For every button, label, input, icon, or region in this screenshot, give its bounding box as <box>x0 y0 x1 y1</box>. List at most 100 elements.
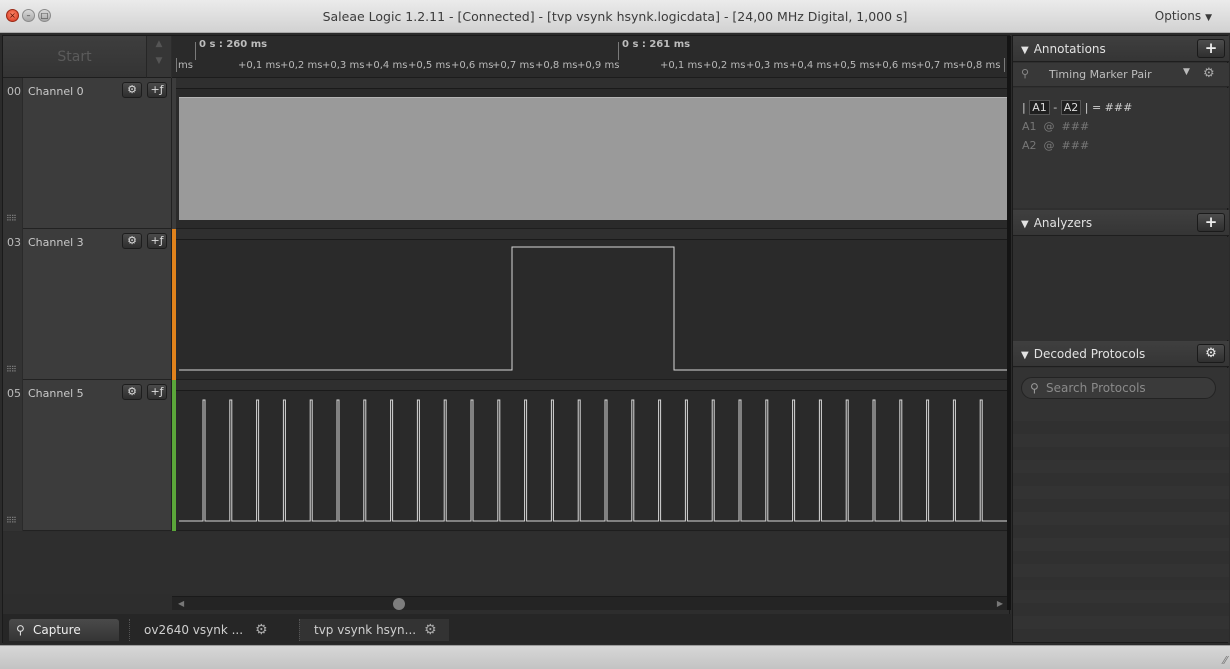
session-tabs: ⚲ Capture ov2640 vsynk ... ⚙ tvp vsynk h… <box>3 614 1011 644</box>
channel-waveform[interactable] <box>176 78 1007 229</box>
marker-pair-label: Timing Marker Pair <box>1049 68 1152 81</box>
marker-a1-box[interactable]: A1 <box>1029 100 1050 115</box>
channel-name[interactable]: Channel 5 <box>28 387 84 400</box>
options-menu[interactable]: Options ▼ <box>1155 0 1212 35</box>
channel-number: 00 <box>3 78 23 229</box>
start-button[interactable]: Start <box>3 36 147 78</box>
gear-icon: ⚙ <box>127 234 137 247</box>
tab-label: Capture <box>33 623 81 637</box>
ruler-major-tick <box>618 42 619 60</box>
ruler-sub-label: +0,5 ms <box>832 60 875 71</box>
horizontal-scrollbar[interactable]: ◀ ▶ <box>172 596 1007 610</box>
channel-settings-button[interactable]: ⚙ <box>122 384 142 400</box>
tab-tvp[interactable]: tvp vsynk hsyn... ⚙ <box>299 619 449 641</box>
drag-handle-icon[interactable]: ⠿⠿ <box>6 365 17 374</box>
ruler-sub-label: ms <box>178 60 193 71</box>
channel-header[interactable]: 05 Channel 5 ⚙ +ƒ ⠿⠿ <box>3 380 172 531</box>
channel-name[interactable]: Channel 3 <box>28 236 84 249</box>
ruler-sub-label: +0,2 ms <box>280 60 323 71</box>
channel-trigger-button[interactable]: +ƒ <box>147 384 167 400</box>
channel-settings-button[interactable]: ⚙ <box>122 82 142 98</box>
options-label: Options <box>1154 9 1202 23</box>
channel-trigger-button[interactable]: +ƒ <box>147 233 167 249</box>
ruler-sub-label: +0,8 ms <box>958 60 1001 71</box>
ruler-sub-label: +0,3 ms <box>322 60 365 71</box>
gear-icon[interactable]: ⚙ <box>255 619 268 641</box>
channel-trigger-button[interactable]: +ƒ <box>147 82 167 98</box>
spin-up-icon[interactable]: ▲ <box>147 36 171 53</box>
scroll-left-icon[interactable]: ◀ <box>178 597 184 611</box>
ruler-sub-label: +0,4 ms <box>365 60 408 71</box>
decoded-protocols-header[interactable]: ▼ Decoded Protocols ⚙ <box>1013 341 1229 367</box>
ruler-major-label: 0 s : 261 ms <box>622 39 691 50</box>
analyzers-body <box>1013 237 1229 340</box>
gear-icon[interactable]: ⚙ <box>1203 66 1215 81</box>
channel-waveform[interactable] <box>176 380 1007 531</box>
annotations-body: | A1 - A2 | = ### A1 @ ### A2 @ ### <box>1013 88 1229 208</box>
gear-icon[interactable]: ⚙ <box>424 619 437 641</box>
vertical-scrollbar[interactable] <box>1007 36 1011 610</box>
channel-waveform[interactable] <box>176 229 1007 380</box>
tab-label: tvp vsynk hsyn... <box>314 623 417 637</box>
collapse-triangle-icon: ▼ <box>1021 350 1029 361</box>
gear-icon: ⚙ <box>1205 346 1217 361</box>
marker-a2-box[interactable]: A2 <box>1060 100 1082 115</box>
marker-a2-line: A2 @ ### <box>1022 139 1090 152</box>
timing-marker-row[interactable]: ⚲ Timing Marker Pair ▼ ⚙ <box>1013 63 1229 87</box>
decoded-protocols-list[interactable] <box>1013 408 1229 642</box>
channel-name[interactable]: Channel 0 <box>28 85 84 98</box>
marker-delta-line: | A1 - A2 | = ### <box>1022 100 1133 115</box>
chevron-down-icon[interactable]: ▼ <box>1183 67 1190 77</box>
channel-header[interactable]: 00 Channel 0 ⚙ +ƒ ⠿⠿ <box>3 78 172 229</box>
add-analyzer-button[interactable]: + <box>1197 213 1225 232</box>
channel-number: 05 <box>3 380 23 531</box>
tab-capture[interactable]: ⚲ Capture <box>9 619 119 641</box>
spin-down-icon[interactable]: ▼ <box>147 53 171 70</box>
gear-icon: ⚙ <box>127 385 137 398</box>
plus-icon: + <box>1204 39 1218 57</box>
window-title: Saleae Logic 1.2.11 - [Connected] - [tvp… <box>322 9 908 24</box>
decoded-settings-button[interactable]: ⚙ <box>1197 344 1225 363</box>
ruler-major-tick <box>195 42 196 60</box>
ruler-sub-label: +0,5 ms <box>408 60 451 71</box>
channel-row-3: 03 Channel 3 ⚙ +ƒ ⠿⠿ <box>3 229 1007 380</box>
channel-header[interactable]: 03 Channel 3 ⚙ +ƒ ⠿⠿ <box>3 229 172 380</box>
scroll-right-icon[interactable]: ▶ <box>997 597 1003 611</box>
ruler-sub-label: +0,3 ms <box>746 60 789 71</box>
collapse-triangle-icon: ▼ <box>1021 45 1029 56</box>
start-spinner[interactable]: ▲ ▼ <box>147 36 171 78</box>
search-protocols-input[interactable]: ⚲ Search Protocols <box>1021 377 1216 399</box>
waveform-high-level <box>179 97 1007 220</box>
add-annotation-button[interactable]: + <box>1197 39 1225 58</box>
ruler-sub-label: +0,9 ms <box>577 60 620 71</box>
marker-a1-line: A1 @ ### <box>1022 120 1090 133</box>
tab-ov2640[interactable]: ov2640 vsynk ... ⚙ <box>129 619 289 641</box>
ruler-sub-label: +0,8 ms <box>535 60 578 71</box>
scrollbar-thumb[interactable] <box>393 598 405 610</box>
drag-handle-icon[interactable]: ⠿⠿ <box>6 516 17 525</box>
search-icon: ⚲ <box>1030 381 1039 395</box>
drag-handle-icon[interactable]: ⠿⠿ <box>6 214 17 223</box>
search-placeholder: Search Protocols <box>1046 381 1146 395</box>
ruler-minor-tick <box>1004 58 1005 72</box>
sidebar-panel: ▼ Annotations + ⚲ Timing Marker Pair ▼ ⚙ … <box>1012 35 1229 643</box>
channel-row-0: 00 Channel 0 ⚙ +ƒ ⠿⠿ <box>3 78 1007 229</box>
annotations-title: ▼ Annotations <box>1021 42 1106 56</box>
trigger-edge-icon: +ƒ <box>150 385 164 398</box>
waveform-panel: Start ▲ ▼ 0 s : 260 ms 0 s : 261 ms ms +0… <box>2 35 1011 644</box>
trigger-edge-icon: +ƒ <box>150 83 164 96</box>
search-icon: ⚲ <box>16 623 25 637</box>
ruler-minor-tick <box>176 58 177 72</box>
time-ruler[interactable]: 0 s : 260 ms 0 s : 261 ms ms +0,1 ms +0,2 … <box>172 36 1007 78</box>
ruler-sub-label: +0,1 ms <box>660 60 703 71</box>
channel-number: 03 <box>3 229 23 380</box>
plus-icon: + <box>1204 213 1218 231</box>
channel-settings-button[interactable]: ⚙ <box>122 233 142 249</box>
ruler-sub-label: +0,1 ms <box>238 60 281 71</box>
ruler-sub-label: +0,7 ms <box>492 60 535 71</box>
annotations-header[interactable]: ▼ Annotations + <box>1013 36 1229 62</box>
marker-delta-value: = ### <box>1091 101 1133 114</box>
resize-grip-icon[interactable]: ⁄⁄ <box>1223 654 1227 667</box>
analyzers-header[interactable]: ▼ Analyzers + <box>1013 210 1229 236</box>
ruler-sub-label: +0,6 ms <box>874 60 917 71</box>
